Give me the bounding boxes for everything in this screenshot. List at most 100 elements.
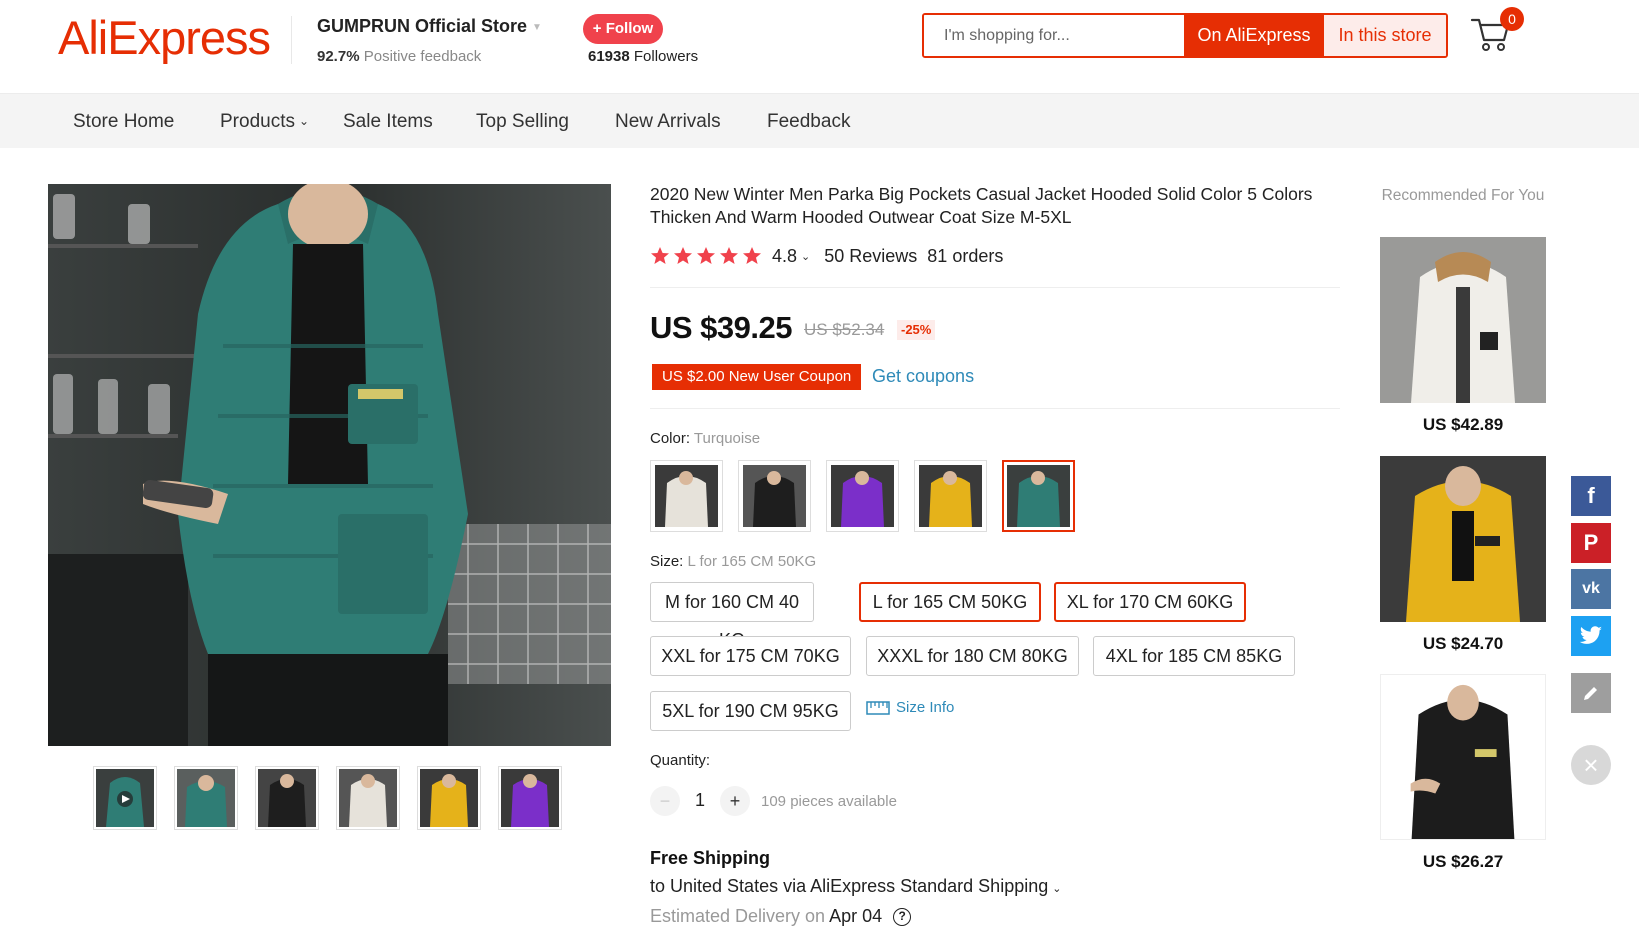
recommended-item[interactable]: US $26.27 [1380,674,1546,872]
rating-value[interactable]: 4.8 [772,246,797,267]
original-price: US $52.34 [804,320,885,339]
quantity-increase-button[interactable]: + [720,786,750,816]
bird-icon [1579,626,1602,644]
store-name[interactable]: GUMPRUN Official Store [317,16,527,37]
section-divider [650,287,1340,288]
size-option-xl[interactable]: XL for 170 CM 60KG [1054,582,1246,622]
recommended-item-price: US $24.70 [1422,634,1504,653]
nav-new-arrivals[interactable]: New Arrivals [615,94,721,149]
search-aliexpress-button[interactable]: On AliExpress [1184,15,1324,56]
facebook-share-icon[interactable]: f [1571,476,1611,516]
star-icon [720,247,738,264]
search-bar: On AliExpress In this store [922,13,1448,58]
chevron-down-icon: ⌄ [298,114,310,129]
product-rating: 4.8 ⌄ 50 Reviews 81 orders [650,244,1003,268]
edit-pencil-icon[interactable] [1571,673,1611,713]
search-store-button[interactable]: In this store [1324,15,1446,56]
nav-feedback[interactable]: Feedback [767,94,850,149]
pieces-available: 109 pieces available [761,793,897,810]
quantity-label: Quantity: [650,752,711,769]
size-selected-value: L for 165 CM 50KG [687,553,817,570]
nav-top-selling[interactable]: Top Selling [476,94,569,149]
product-price: US $39.25 [650,310,793,345]
recommended-item-price: US $42.89 [1422,415,1504,434]
nav-sale-items[interactable]: Sale Items [343,94,433,149]
recommended-item-image[interactable] [1380,237,1546,403]
help-icon[interactable]: ? [893,908,912,927]
store-feedback: 92.7% Positive feedback [317,48,481,65]
shipping-method-text: to United States via AliExpress Standard… [650,876,1049,896]
twitter-share-icon[interactable] [1571,616,1611,656]
star-icon [651,247,669,264]
thumbnail-image[interactable] [498,766,562,830]
star-icon [674,247,692,264]
color-label: Color: Turquoise [650,430,760,447]
color-option-black[interactable] [738,460,811,532]
recommended-item-image[interactable] [1380,456,1546,622]
product-main-image[interactable] [48,184,611,746]
close-icon[interactable]: × [1571,745,1611,785]
chevron-down-icon: ⌄ [1052,883,1062,895]
color-label-text: Color: [650,430,691,447]
quantity-decrease-button[interactable]: − [650,786,680,816]
rating-stars [650,246,762,266]
color-options [650,460,1075,532]
star-icon [743,247,761,264]
new-user-coupon[interactable]: US $2.00 New User Coupon [652,364,862,390]
caret-down-icon[interactable]: ▼ [532,22,542,33]
follow-button[interactable]: + Follow [583,14,663,44]
color-option-purple[interactable] [826,460,899,532]
recommended-title: Recommended For You [1381,187,1545,204]
size-option-4xl[interactable]: 4XL for 185 CM 85KG [1093,636,1295,676]
size-info-label: Size Info [896,699,955,716]
recommended-item[interactable]: US $42.89 [1380,237,1546,435]
ruler-icon [866,700,890,715]
star-icon [697,247,715,264]
followers-label: Followers [633,48,699,65]
search-input[interactable] [924,15,1184,56]
size-option-m[interactable]: M for 160 CM 40 KG [650,582,814,650]
orders-count: 81 orders [927,245,1004,266]
recommended-item[interactable]: US $24.70 [1380,456,1546,654]
color-option-yellow[interactable] [914,460,987,532]
header-divider [291,16,292,64]
size-option-l[interactable]: L for 165 CM 50KG [859,582,1041,622]
section-divider [650,408,1340,409]
reviews-count[interactable]: 50 Reviews [824,246,917,267]
nav-products[interactable]: Products ⌄ [220,94,309,149]
estimated-delivery: Estimated Delivery on Apr 04 ? [650,906,912,927]
size-option-5xl[interactable]: 5XL for 190 CM 95KG [650,691,851,731]
quantity-value[interactable]: 1 [695,790,705,811]
thumbnail-image[interactable] [336,766,400,830]
thumbnail-strip [93,766,562,830]
positive-feedback-label: Positive feedback [363,48,482,65]
delivery-date: Apr 04 [829,906,883,926]
shipping-method-selector[interactable]: to United States via AliExpress Standard… [650,876,1061,897]
aliexpress-logo[interactable]: AliExpress [58,10,271,65]
free-shipping-label: Free Shipping [650,848,771,868]
size-option-xxxl[interactable]: XXXL for 180 CM 80KG [866,636,1079,676]
size-label-text: Size: [650,553,684,570]
color-selected-value: Turquoise [693,430,761,447]
recommended-item-price: US $26.27 [1422,852,1504,871]
vk-share-icon[interactable]: vk [1571,569,1611,609]
size-info-link[interactable]: Size Info [866,699,954,716]
size-option-xxl[interactable]: XXL for 175 CM 70KG [650,636,851,676]
followers-number: 61938 [588,48,630,65]
thumbnail-image[interactable] [255,766,319,830]
pinterest-share-icon[interactable]: P [1571,523,1611,563]
color-option-turquoise[interactable] [1002,460,1075,532]
delivery-prefix: Estimated Delivery on [650,906,826,926]
nav-store-home[interactable]: Store Home [73,94,174,149]
product-title: 2020 New Winter Men Parka Big Pockets Ca… [650,184,1313,227]
thumbnail-video[interactable] [93,766,157,830]
get-coupons-link[interactable]: Get coupons [872,366,974,387]
followers-count: 61938 Followers [588,48,698,65]
recommended-item-image[interactable] [1380,674,1546,840]
store-header: AliExpress GUMPRUN Official Store ▼ 92.7… [0,0,1639,93]
positive-feedback-pct: 92.7% [317,48,360,65]
color-option-white[interactable] [650,460,723,532]
chevron-down-icon[interactable]: ⌄ [801,250,810,263]
thumbnail-image[interactable] [417,766,481,830]
thumbnail-image[interactable] [174,766,238,830]
